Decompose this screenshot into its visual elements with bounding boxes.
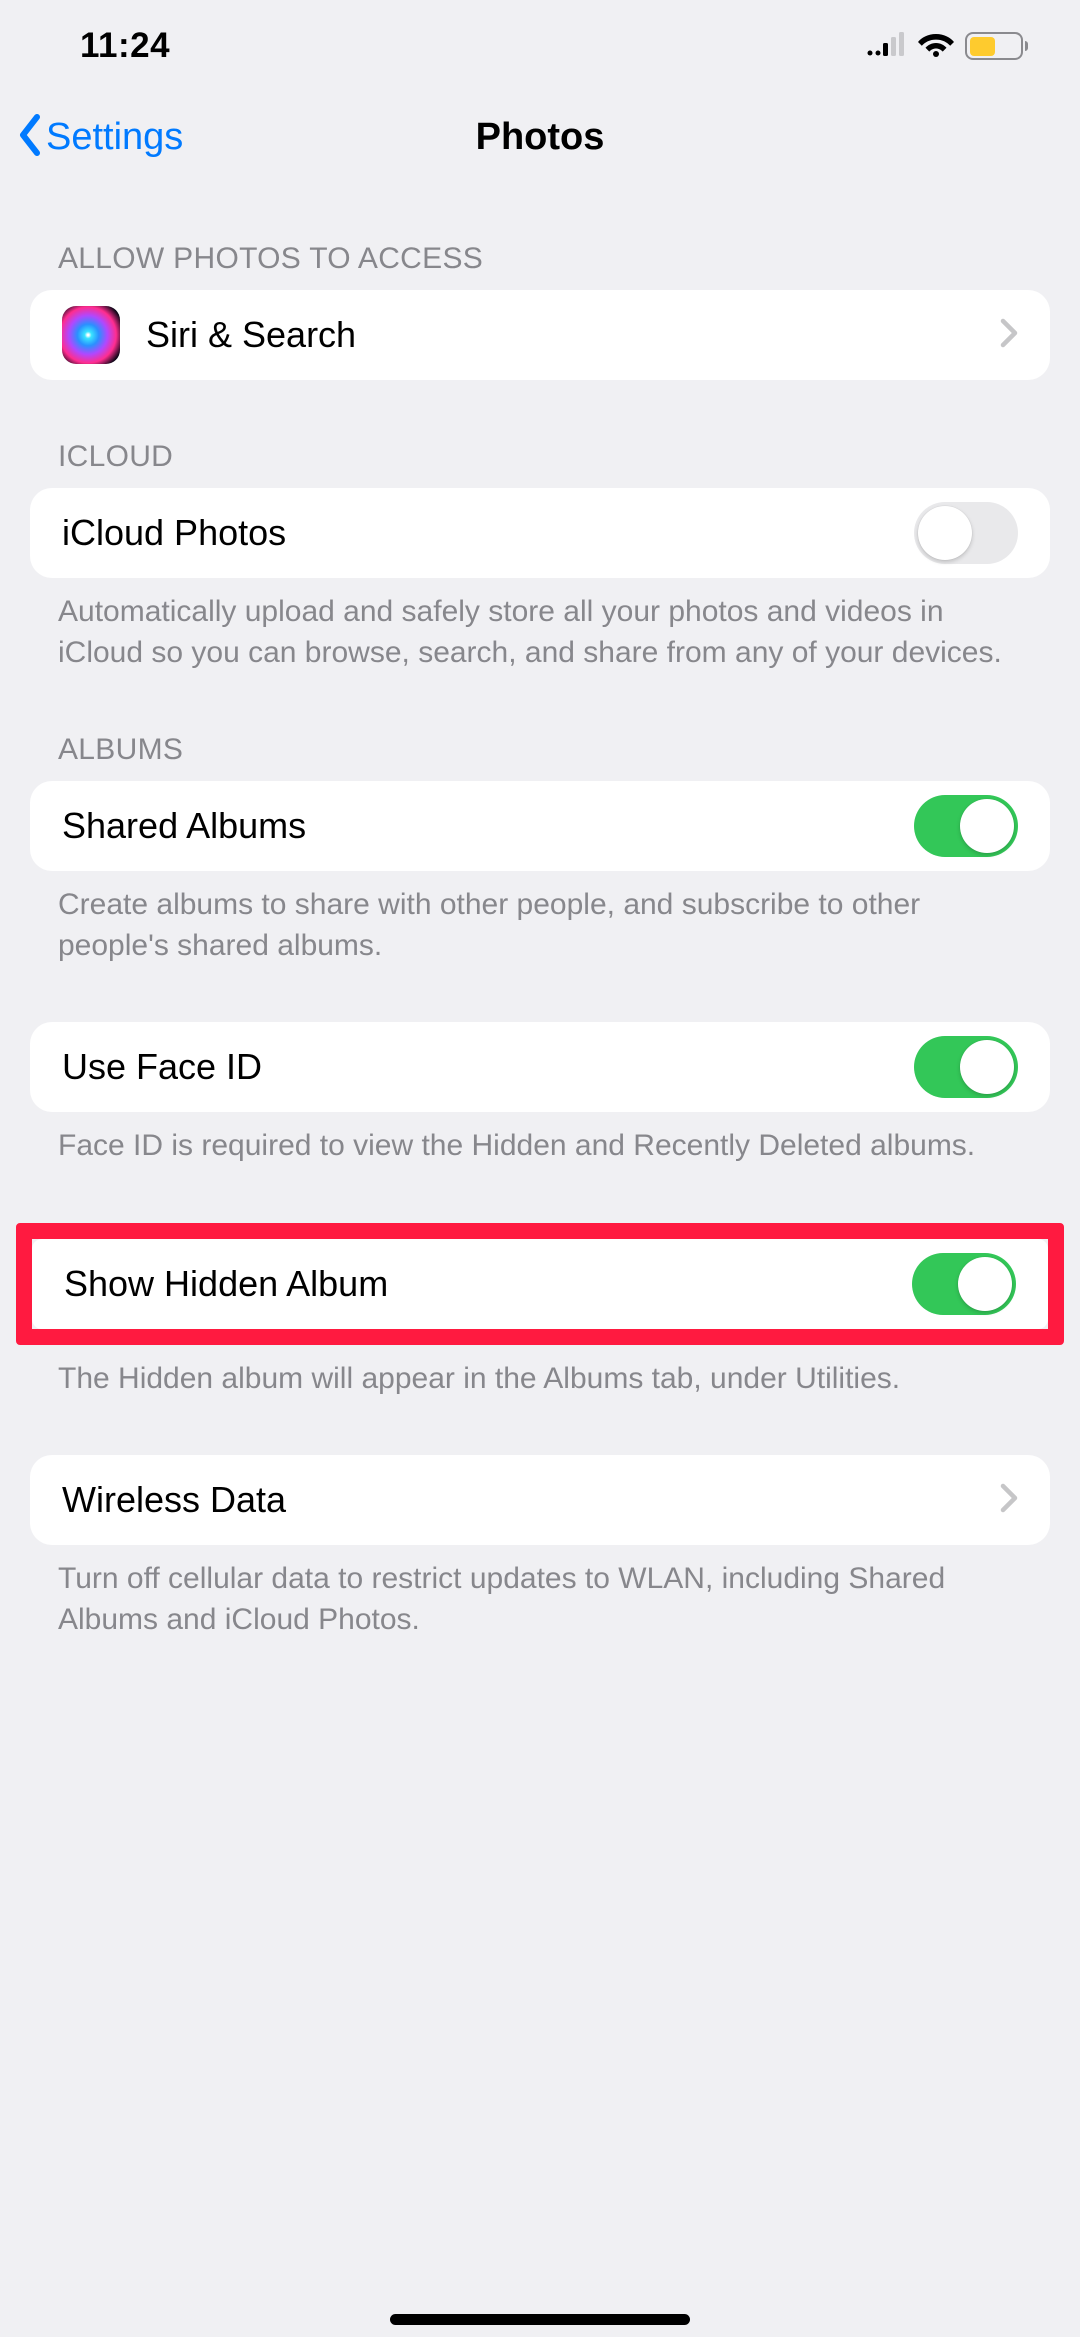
home-indicator[interactable] xyxy=(390,2314,690,2325)
use-face-id-label: Use Face ID xyxy=(62,1046,262,1088)
back-button[interactable]: Settings xyxy=(16,113,183,162)
status-time: 11:24 xyxy=(80,26,170,66)
wireless-data-footer: Turn off cellular data to restrict updat… xyxy=(30,1545,1050,1640)
section-header-albums: ALBUMS xyxy=(30,673,1050,781)
show-hidden-album-label: Show Hidden Album xyxy=(64,1263,388,1305)
wireless-data-label: Wireless Data xyxy=(62,1479,286,1521)
shared-albums-label: Shared Albums xyxy=(62,805,306,847)
show-hidden-album-toggle[interactable] xyxy=(912,1253,1016,1315)
back-label: Settings xyxy=(46,116,183,159)
icloud-photos-toggle[interactable] xyxy=(914,502,1018,564)
wifi-icon xyxy=(918,31,954,62)
siri-search-label: Siri & Search xyxy=(146,314,356,356)
show-hidden-album-row[interactable]: Show Hidden Album xyxy=(32,1239,1048,1329)
status-indicators xyxy=(867,31,1028,62)
chevron-right-icon xyxy=(1000,318,1018,353)
status-bar: 11:24 xyxy=(0,0,1080,92)
chevron-right-icon xyxy=(1000,1483,1018,1518)
battery-icon xyxy=(965,32,1028,60)
page-title: Photos xyxy=(476,116,605,159)
shared-albums-footer: Create albums to share with other people… xyxy=(30,871,1050,966)
use-face-id-footer: Face ID is required to view the Hidden a… xyxy=(30,1112,1050,1167)
shared-albums-toggle[interactable] xyxy=(914,795,1018,857)
siri-icon xyxy=(62,306,120,364)
use-face-id-row[interactable]: Use Face ID xyxy=(30,1022,1050,1112)
nav-header: Settings Photos xyxy=(0,92,1080,182)
show-hidden-album-footer: The Hidden album will appear in the Albu… xyxy=(30,1345,1050,1400)
highlight-annotation: Show Hidden Album xyxy=(16,1223,1064,1345)
icloud-photos-label: iCloud Photos xyxy=(62,512,286,554)
chevron-left-icon xyxy=(16,113,44,162)
icloud-photos-footer: Automatically upload and safely store al… xyxy=(30,578,1050,673)
use-face-id-toggle[interactable] xyxy=(914,1036,1018,1098)
wireless-data-row[interactable]: Wireless Data xyxy=(30,1455,1050,1545)
cellular-icon xyxy=(867,32,907,61)
shared-albums-row[interactable]: Shared Albums xyxy=(30,781,1050,871)
section-header-access: ALLOW PHOTOS TO ACCESS xyxy=(30,182,1050,290)
icloud-photos-row[interactable]: iCloud Photos xyxy=(30,488,1050,578)
section-header-icloud: ICLOUD xyxy=(30,380,1050,488)
siri-search-row[interactable]: Siri & Search xyxy=(30,290,1050,380)
